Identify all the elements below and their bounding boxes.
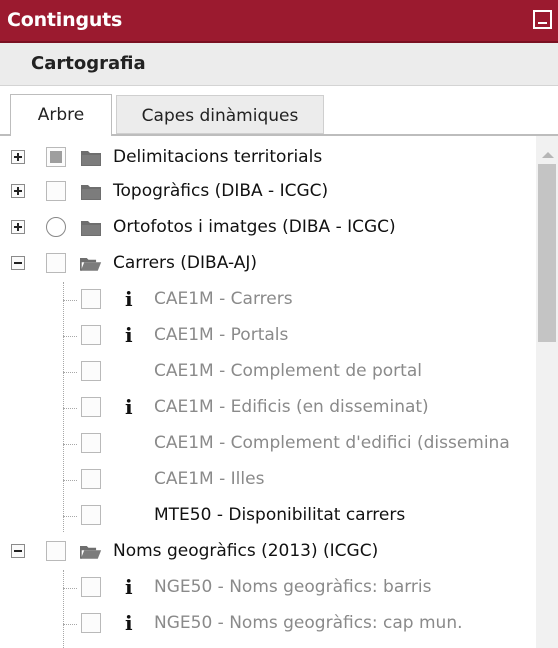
- open-folder-icon: [80, 546, 102, 559]
- folder-label: Noms geogràfics (2013) (ICGC): [113, 541, 379, 561]
- expand-icon[interactable]: [11, 150, 25, 164]
- layer-label: NGE50 - Noms geogràfics: barris: [154, 577, 432, 597]
- checkbox[interactable]: [81, 397, 101, 417]
- layer-item[interactable]: i CAE1M - Edificis (en disseminat): [0, 390, 536, 426]
- layer-label: NGE50 - Noms geogràfics: cap mun.: [154, 613, 463, 633]
- tree-connector: [63, 300, 77, 301]
- folder-icon: [81, 185, 101, 200]
- tree-folder[interactable]: Ortofotos i imatges (DIBA - ICGC): [0, 210, 536, 246]
- layer-item[interactable]: i CAE1M - Portals: [0, 318, 536, 354]
- layer-label: CAE1M - Carrers: [154, 289, 293, 309]
- layer-item[interactable]: i NGE50 - Noms geogràfics: barris: [0, 570, 536, 606]
- partial-checkbox[interactable]: [46, 147, 66, 167]
- layer-item[interactable]: CAE1M - Complement d'edifici (dissemina: [0, 426, 536, 462]
- checkbox[interactable]: [81, 613, 101, 633]
- checkbox[interactable]: [81, 325, 101, 345]
- tree-connector: [63, 408, 77, 409]
- layer-label: CAE1M - Complement de portal: [154, 361, 422, 381]
- tab-strip: Arbre Capes dinàmiques: [0, 86, 558, 136]
- info-icon[interactable]: i: [125, 395, 133, 419]
- minimize-icon[interactable]: [533, 10, 552, 29]
- collapse-icon[interactable]: [11, 256, 25, 270]
- tree-folder[interactable]: Noms geogràfics (2013) (ICGC): [0, 534, 536, 570]
- tree-connector: [63, 372, 77, 373]
- radio-button[interactable]: [46, 217, 66, 237]
- checkbox[interactable]: [46, 541, 66, 561]
- layer-item[interactable]: CAE1M - Complement de portal: [0, 354, 536, 390]
- info-icon[interactable]: i: [125, 323, 133, 347]
- tree-folder[interactable]: Topogràfics (DIBA - ICGC): [0, 174, 536, 210]
- layer-label: CAE1M - Complement d'edifici (dissemina: [154, 433, 510, 453]
- scrollbar-thumb[interactable]: [538, 164, 556, 342]
- tree-connector: [63, 336, 77, 337]
- tree-connector: [63, 444, 77, 445]
- folder-label: Carrers (DIBA-AJ): [113, 253, 257, 273]
- info-icon[interactable]: i: [125, 575, 133, 599]
- layer-label: MTE50 - Disponibilitat carrers: [154, 505, 406, 525]
- panel-header: Continguts: [0, 0, 558, 43]
- layer-item[interactable]: i NGE50 - Noms geogràfics: cap mun.: [0, 606, 536, 642]
- section-title: Cartografia: [31, 53, 146, 74]
- expand-icon[interactable]: [11, 184, 25, 198]
- folder-label: Topogràfics (DIBA - ICGC): [113, 181, 329, 201]
- vertical-scrollbar[interactable]: [536, 136, 558, 648]
- layer-item[interactable]: i CAE1M - Carrers: [0, 282, 536, 318]
- folder-icon: [81, 151, 101, 166]
- info-icon[interactable]: i: [125, 611, 133, 635]
- checkbox[interactable]: [81, 433, 101, 453]
- open-folder-icon: [80, 258, 102, 271]
- panel-title: Continguts: [7, 9, 123, 31]
- checkbox[interactable]: [81, 505, 101, 525]
- tab-arbre[interactable]: Arbre: [10, 94, 112, 136]
- expand-icon[interactable]: [11, 220, 25, 234]
- tree-folder[interactable]: Delimitacions territorials: [0, 140, 536, 176]
- collapse-icon[interactable]: [11, 544, 25, 558]
- checkbox[interactable]: [81, 289, 101, 309]
- checkbox[interactable]: [81, 361, 101, 381]
- layer-label: CAE1M - Edificis (en disseminat): [154, 397, 429, 417]
- layer-item[interactable]: MTE50 - Disponibilitat carrers: [0, 498, 536, 534]
- folder-label: Delimitacions territorials: [113, 147, 323, 167]
- tree-folder[interactable]: Carrers (DIBA-AJ): [0, 246, 536, 282]
- tree-connector: [63, 516, 77, 517]
- folder-label: Ortofotos i imatges (DIBA - ICGC): [113, 217, 396, 237]
- layer-item[interactable]: CAE1M - Illes: [0, 462, 536, 498]
- tree-connector: [63, 480, 77, 481]
- section-header[interactable]: Cartografia: [0, 43, 558, 86]
- layer-tree: Delimitacions territorials Topogràfics (…: [0, 136, 536, 648]
- tree-connector: [63, 588, 77, 589]
- checkbox[interactable]: [46, 181, 66, 201]
- tree-connector: [63, 624, 77, 625]
- layer-label: CAE1M - Illes: [154, 469, 265, 489]
- tab-capes-dinamiques[interactable]: Capes dinàmiques: [116, 95, 324, 134]
- checkbox[interactable]: [81, 577, 101, 597]
- checkbox[interactable]: [46, 253, 66, 273]
- info-icon[interactable]: i: [125, 287, 133, 311]
- scroll-up-icon[interactable]: [542, 152, 554, 158]
- checkbox[interactable]: [81, 469, 101, 489]
- layer-label: CAE1M - Portals: [154, 325, 289, 345]
- folder-icon: [81, 221, 101, 236]
